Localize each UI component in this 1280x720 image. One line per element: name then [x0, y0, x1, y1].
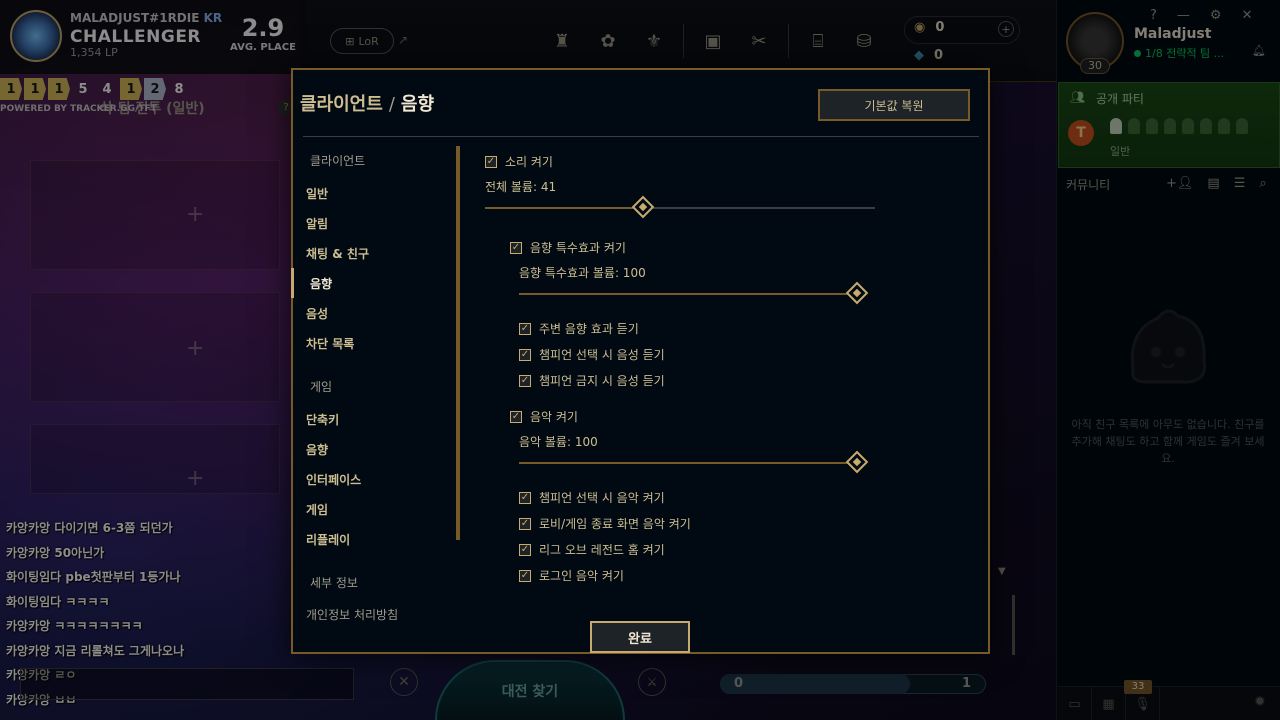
checkbox-checked-icon: ✓ — [519, 322, 531, 335]
sfx-toggle[interactable]: ✓ 음향 특수효과 켜기 — [510, 239, 626, 256]
ambient-sound-toggle[interactable]: ✓ 주변 음향 효과 듣기 — [519, 320, 639, 337]
checkbox-checked-icon: ✓ — [519, 348, 531, 361]
nav-item-general[interactable]: 일반 — [306, 185, 328, 202]
champ-ban-voice-toggle[interactable]: ✓ 챔피언 금지 시 음성 듣기 — [519, 372, 665, 389]
checkbox-checked-icon: ✓ — [485, 155, 497, 168]
lol-home-toggle[interactable]: ✓ 리그 오브 레전드 홈 켜기 — [519, 541, 665, 558]
nav-item-interface[interactable]: 인터페이스 — [306, 471, 361, 488]
nav-item-hotkeys[interactable]: 단축키 — [306, 411, 339, 428]
settings-title: 클라이언트 / 음향 — [300, 94, 435, 115]
divider — [303, 136, 979, 137]
nav-header-client: 클라이언트 — [310, 154, 366, 168]
checkbox-checked-icon: ✓ — [519, 543, 531, 556]
nav-scrollbar[interactable] — [456, 146, 460, 540]
nav-item-chat-friends[interactable]: 채팅 & 친구 — [306, 245, 369, 262]
login-music-toggle[interactable]: ✓ 로그인 음악 켜기 — [519, 567, 624, 584]
master-sound-toggle[interactable]: ✓ 소리 켜기 — [485, 153, 553, 170]
sfx-volume-fill — [519, 293, 859, 295]
nav-header-info: 세부 정보 — [310, 576, 358, 590]
champ-select-music-toggle[interactable]: ✓ 챔피언 선택 시 음악 켜기 — [519, 489, 665, 506]
music-toggle[interactable]: ✓ 음악 켜기 — [510, 408, 578, 425]
master-volume-fill — [485, 207, 645, 209]
checkbox-checked-icon: ✓ — [519, 374, 531, 387]
sfx-volume-label: 음향 특수효과 볼륨: 100 — [519, 266, 646, 280]
nav-item-replay[interactable]: 리플레이 — [306, 531, 350, 548]
nav-item-sound[interactable]: 음향 — [310, 275, 332, 292]
checkbox-checked-icon: ✓ — [510, 241, 522, 254]
done-button[interactable]: 완료 — [590, 621, 690, 653]
nav-active-indicator — [291, 268, 294, 298]
master-volume-label: 전체 볼륨: 41 — [485, 180, 557, 194]
settings-page: 음향 — [400, 94, 435, 115]
music-volume-label: 음악 볼륨: 100 — [519, 435, 598, 449]
nav-item-voice[interactable]: 음성 — [306, 305, 328, 322]
nav-item-game[interactable]: 게임 — [306, 501, 328, 518]
champ-select-voice-toggle[interactable]: ✓ 챔피언 선택 시 음성 듣기 — [519, 346, 665, 363]
music-volume-fill — [519, 462, 859, 464]
nav-header-game: 게임 — [310, 380, 333, 394]
checkbox-checked-icon: ✓ — [519, 569, 531, 582]
restore-defaults-button[interactable]: 기본값 복원 — [818, 89, 970, 121]
nav-item-notifications[interactable]: 알림 — [306, 215, 328, 232]
nav-item-privacy-policy[interactable]: 개인정보 처리방침 — [306, 606, 398, 623]
nav-item-game-sound[interactable]: 음향 — [306, 441, 328, 458]
nav-item-block-list[interactable]: 차단 목록 — [306, 335, 354, 352]
settings-section: 클라이언트 — [300, 94, 383, 115]
checkbox-checked-icon: ✓ — [519, 491, 531, 504]
checkbox-checked-icon: ✓ — [510, 410, 522, 423]
lobby-end-music-toggle[interactable]: ✓ 로비/게임 종료 화면 음악 켜기 — [519, 515, 691, 532]
checkbox-checked-icon: ✓ — [519, 517, 531, 530]
